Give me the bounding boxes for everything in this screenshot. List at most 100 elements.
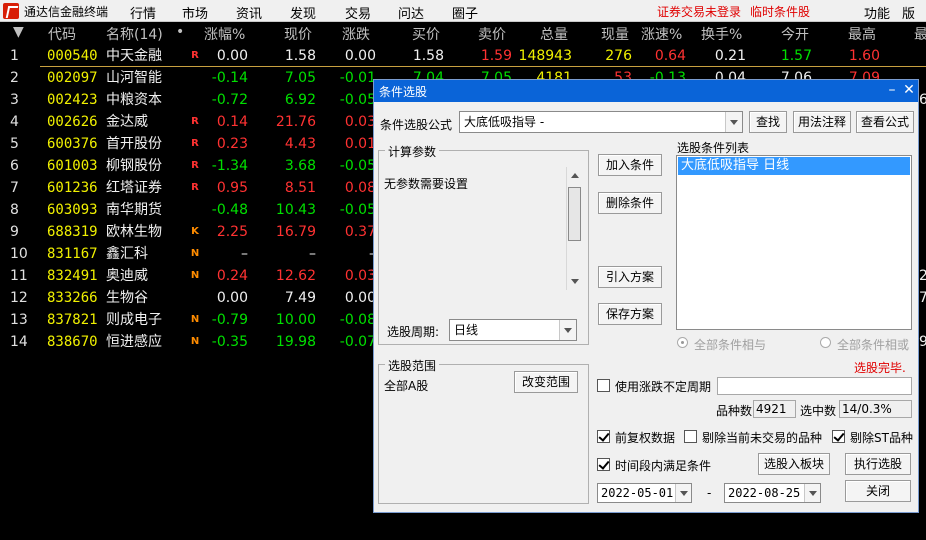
close-button[interactable]: 关闭 bbox=[845, 480, 911, 502]
save-plan-button[interactable]: 保存方案 bbox=[598, 303, 662, 325]
condition-list-item[interactable]: 大底低吸指导 日线 bbox=[678, 157, 910, 175]
quote-cell-code: 837821 bbox=[47, 312, 98, 328]
import-plan-button[interactable]: 引入方案 bbox=[598, 266, 662, 288]
header-code[interactable]: 代码 bbox=[48, 24, 76, 46]
restore-checkbox[interactable] bbox=[597, 430, 610, 443]
radio-or[interactable] bbox=[820, 337, 831, 348]
header-more[interactable]: 最 bbox=[914, 24, 926, 46]
menu-wenda[interactable]: 问达 bbox=[398, 3, 424, 22]
header-pct[interactable]: 涨幅% bbox=[204, 24, 245, 46]
quote-cell-change: -0.01 bbox=[339, 70, 376, 86]
quote-cell-price: 7.05 bbox=[284, 70, 316, 86]
header-speed[interactable]: 涨速% bbox=[641, 24, 682, 46]
quote-cell-price: 1.58 bbox=[284, 48, 316, 64]
radio-and-label: 全部条件相与 bbox=[694, 338, 767, 352]
quote-cell-idx: 6 bbox=[10, 158, 19, 174]
quote-cell-change: 0.03 bbox=[344, 268, 376, 284]
quote-cell-pct: -0.72 bbox=[211, 92, 248, 108]
header-current-volume[interactable]: 现量 bbox=[601, 24, 629, 46]
calendar-dropdown-icon[interactable] bbox=[804, 484, 820, 502]
period-select[interactable]: 日线 bbox=[449, 319, 577, 341]
find-button[interactable]: 查找 bbox=[749, 111, 787, 133]
login-warning[interactable]: 证券交易未登录 bbox=[657, 3, 741, 20]
range-value: 全部A股 bbox=[384, 379, 429, 393]
quote-cell-code: 002626 bbox=[47, 114, 98, 130]
view-formula-button[interactable]: 查看公式 bbox=[856, 111, 914, 133]
date-to-picker[interactable]: 2022-08-25 bbox=[724, 483, 821, 503]
quote-cell-pct: 0.00 bbox=[216, 290, 248, 306]
to-block-button[interactable]: 选股入板块 bbox=[758, 453, 830, 475]
add-condition-button[interactable]: 加入条件 bbox=[598, 154, 662, 176]
params-scrollbar[interactable] bbox=[566, 167, 582, 290]
change-range-button[interactable]: 改变范围 bbox=[514, 371, 578, 393]
quote-cell-pct: 2.25 bbox=[216, 224, 248, 240]
limit-period-input[interactable] bbox=[717, 377, 912, 395]
usage-notes-button[interactable]: 用法注释 bbox=[793, 111, 851, 133]
header-volume[interactable]: 总量 bbox=[540, 24, 568, 46]
params-text: 无参数需要设置 bbox=[384, 177, 469, 191]
menu-discover[interactable]: 发现 bbox=[290, 3, 316, 22]
scroll-down-icon[interactable] bbox=[571, 279, 579, 284]
dialog-title: 条件选股 bbox=[379, 85, 428, 99]
radio-or-label: 全部条件相或 bbox=[837, 338, 910, 352]
header-bid[interactable]: 买价 bbox=[412, 24, 440, 46]
quote-cell-name: 则成电子 bbox=[106, 312, 162, 328]
quote-cell-name: 中粮资本 bbox=[106, 92, 162, 108]
header-change[interactable]: 涨跌 bbox=[342, 24, 370, 46]
header-ask[interactable]: 卖价 bbox=[478, 24, 506, 46]
header-price[interactable]: 现价 bbox=[284, 24, 312, 46]
quote-cell-pct: -0.79 bbox=[211, 312, 248, 328]
menu-function[interactable]: 功能 bbox=[864, 3, 890, 22]
date-from-value: 2022-05-01 bbox=[601, 486, 674, 500]
quote-cell-turnover: 0.21 bbox=[714, 48, 746, 64]
limit-period-checkbox[interactable] bbox=[597, 379, 610, 392]
range-group-title: 选股范围 bbox=[385, 357, 440, 374]
quote-cell-code: 838670 bbox=[47, 334, 98, 350]
selected-label: 选中数 bbox=[800, 404, 837, 418]
menu-trade[interactable]: 交易 bbox=[345, 3, 371, 22]
menu-quotes[interactable]: 行情 bbox=[130, 3, 156, 22]
quote-cell-change: – bbox=[320, 243, 376, 265]
quote-cell-name: 南华期货 bbox=[106, 202, 162, 218]
sort-icon[interactable]: ▼ bbox=[13, 24, 24, 46]
exclude-st-checkbox[interactable] bbox=[832, 430, 845, 443]
chevron-down-icon[interactable] bbox=[559, 320, 576, 340]
exclude-untraded-checkbox[interactable] bbox=[684, 430, 697, 443]
scroll-thumb[interactable] bbox=[568, 187, 581, 241]
menu-circle[interactable]: 圈子 bbox=[452, 3, 478, 22]
quote-cell-high: 1.60 bbox=[848, 48, 880, 64]
menu-news[interactable]: 资讯 bbox=[236, 3, 262, 22]
date-separator: - bbox=[707, 486, 712, 500]
calendar-dropdown-icon[interactable] bbox=[675, 484, 691, 502]
menu-market[interactable]: 市场 bbox=[182, 3, 208, 22]
app-title: 通达信金融终端 bbox=[24, 5, 109, 19]
period-condition-label: 时间段内满足条件 bbox=[615, 459, 712, 473]
quote-cell-pct: -0.35 bbox=[211, 334, 248, 350]
date-from-picker[interactable]: 2022-05-01 bbox=[597, 483, 692, 503]
quote-cell-idx: 9 bbox=[10, 224, 19, 240]
quote-cell-code: 601236 bbox=[47, 180, 98, 196]
execute-button[interactable]: 执行选股 bbox=[845, 453, 911, 475]
temp-condition-label[interactable]: 临时条件股 bbox=[750, 3, 810, 20]
scroll-up-icon[interactable] bbox=[571, 173, 579, 178]
header-name[interactable]: 名称(14) bbox=[106, 24, 163, 46]
close-icon[interactable]: ✕ bbox=[901, 82, 917, 98]
radio-and[interactable] bbox=[677, 337, 688, 348]
condition-stock-picker-dialog: 条件选股 – ✕ 条件选股公式 大底低吸指导 - 查找 用法注释 查看公式 计算… bbox=[373, 79, 919, 513]
status-text: 选股完毕. bbox=[854, 361, 906, 375]
period-condition-checkbox[interactable] bbox=[597, 458, 610, 471]
quote-cell-price: 21.76 bbox=[275, 114, 316, 130]
header-open[interactable]: 今开 bbox=[781, 24, 809, 46]
quote-cell-change: 0.01 bbox=[344, 136, 376, 152]
header-turnover[interactable]: 换手% bbox=[701, 24, 742, 46]
quote-cell-speed: 0.64 bbox=[654, 48, 686, 64]
minimize-icon[interactable]: – bbox=[884, 82, 900, 98]
condition-list[interactable]: 大底低吸指导 日线 bbox=[676, 155, 912, 330]
formula-select[interactable]: 大底低吸指导 - bbox=[459, 111, 743, 133]
dialog-titlebar[interactable]: 条件选股 – ✕ bbox=[374, 80, 918, 102]
quote-cell-cur-vol: 276 bbox=[605, 48, 632, 64]
header-high[interactable]: 最高 bbox=[848, 24, 876, 46]
delete-condition-button[interactable]: 删除条件 bbox=[598, 192, 662, 214]
chevron-down-icon[interactable] bbox=[725, 112, 742, 132]
exclude-st-label: 剔除ST品种 bbox=[850, 431, 913, 445]
